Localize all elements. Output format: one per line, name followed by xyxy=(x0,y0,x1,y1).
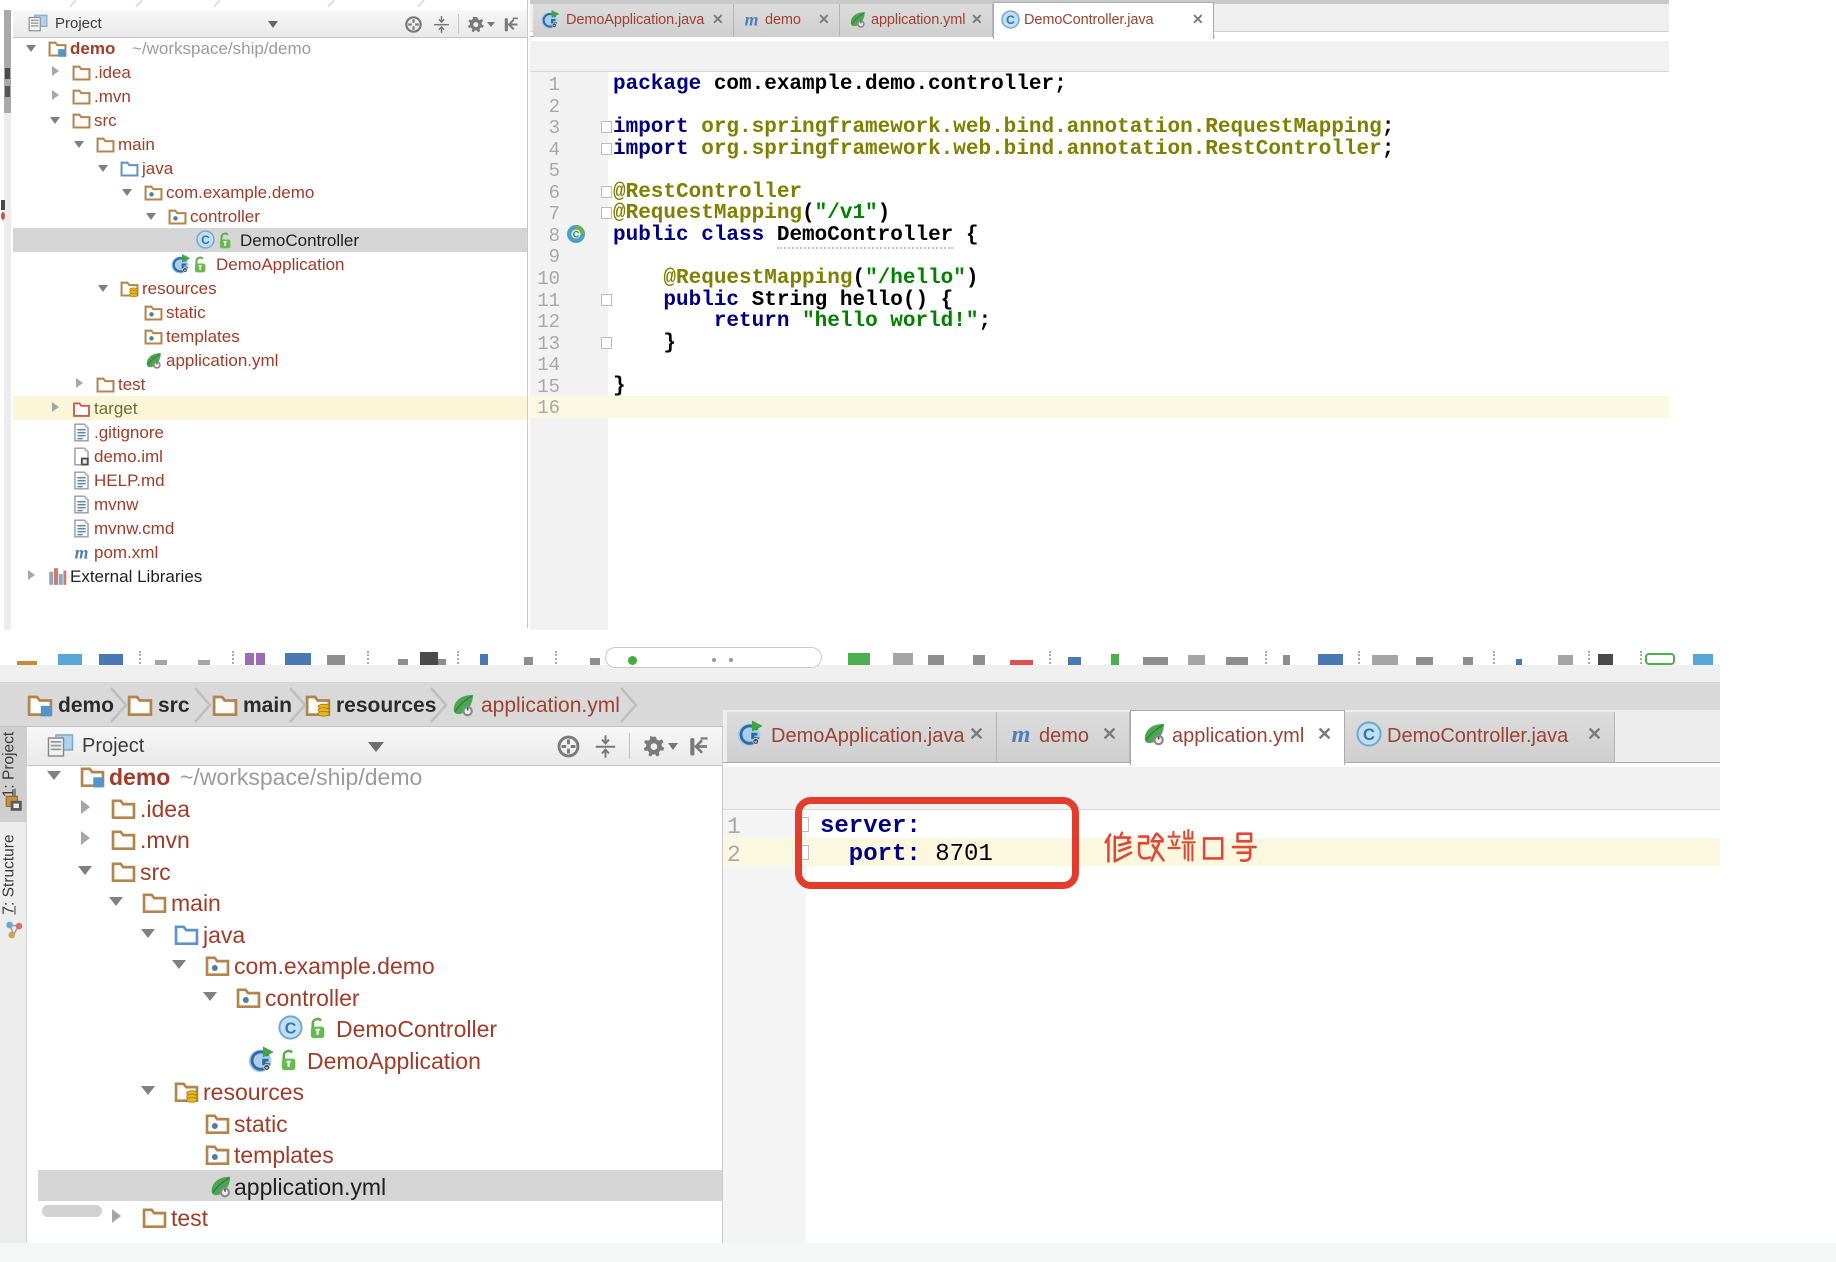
svg-text:C: C xyxy=(573,229,580,239)
